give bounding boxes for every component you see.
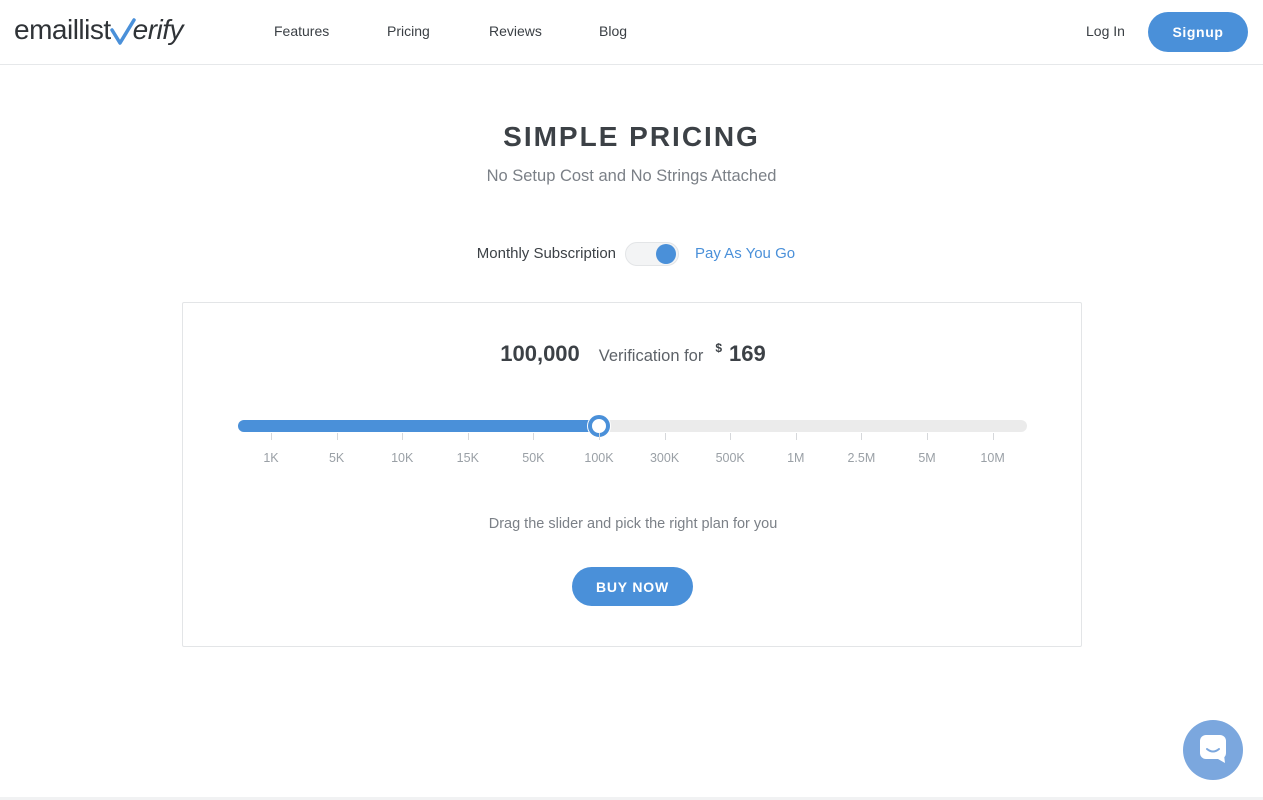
page-subtitle: No Setup Cost and No Strings Attached [486,167,777,185]
nav-blog[interactable]: Blog [599,23,627,39]
slider-tick-mark [992,433,994,440]
buy-now-button[interactable]: BUY NOW [572,567,693,606]
verification-for-text: Verification for [598,347,704,365]
price-amount: 169 [729,341,766,366]
slider-tick-label[interactable]: 10K [377,451,427,465]
price-summary: 100,000 Verification for $ 169 [183,341,1083,375]
monthly-subscription-label[interactable]: Monthly Subscription [477,245,616,262]
nav-reviews[interactable]: Reviews [489,23,542,39]
billing-toggle-switch[interactable] [625,242,679,266]
logo-text-suffix: erify [132,14,184,45]
signup-button[interactable]: Signup [1148,12,1248,52]
nav-pricing[interactable]: Pricing [387,23,430,39]
slider-tick-label[interactable]: 10M [968,451,1018,465]
slider-tick-label[interactable]: 50K [508,451,558,465]
logo[interactable]: emaillist erify [14,12,184,48]
logo-text-prefix: emaillist [14,14,111,45]
slider-tick-label[interactable]: 15K [443,451,493,465]
slider-hint: Drag the slider and pick the right plan … [488,516,778,532]
page-title: SIMPLE PRICING [503,121,760,152]
slider-tick-mark [927,433,928,440]
chat-bubble-icon [1198,733,1228,768]
chat-launcher-button[interactable] [1183,720,1243,780]
billing-toggle-row: Monthly Subscription Pay As You Go [0,240,1263,268]
slider-tick-mark [730,433,732,440]
volume-slider-fill [238,420,599,432]
slider-tick-label[interactable]: 2.5M [836,451,886,465]
currency-symbol: $ [715,341,723,355]
slider-tick-label[interactable]: 500K [705,451,755,465]
slider-tick-mark [599,433,600,440]
slider-tick-label[interactable]: 5K [312,451,362,465]
pricing-card: 100,000 Verification for $ 169 1K 5K 10K 15… [182,302,1082,647]
slider-tick-label[interactable]: 100K [574,451,624,465]
slider-tick-mark [533,433,535,440]
slider-tick-mark [795,433,797,440]
slider-tick-mark [861,433,863,440]
login-link[interactable]: Log In [1086,23,1125,39]
slider-tick-label[interactable]: 1M [771,451,821,465]
verification-count: 100,000 [500,341,580,366]
pay-as-you-go-label[interactable]: Pay As You Go [695,245,795,262]
toggle-knob [656,244,676,264]
slider-tick-label[interactable]: 1K [246,451,296,465]
slider-tick-mark [336,433,338,440]
site-header: emaillist erify Features Pricing Reviews… [0,0,1263,65]
nav-features[interactable]: Features [274,23,329,39]
slider-tick-mark [271,433,272,440]
slider-tick-mark [664,433,666,440]
checkmark-icon [109,18,136,46]
slider-tick-label[interactable]: 5M [902,451,952,465]
slider-tick-label[interactable]: 300K [640,451,690,465]
volume-slider-track[interactable] [238,415,1027,437]
slider-tick-mark [402,433,404,440]
slider-tick-mark [467,433,469,440]
